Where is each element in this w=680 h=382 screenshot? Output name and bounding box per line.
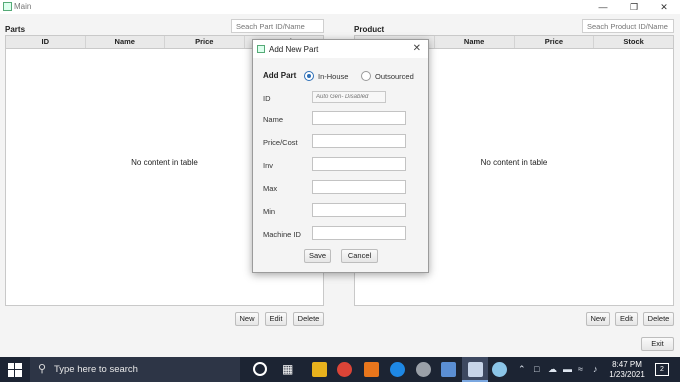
dialog-titlebar: Add New Part ✕ [253, 40, 428, 58]
max-label: Max [263, 184, 278, 193]
settings-icon[interactable] [416, 362, 431, 377]
cortana-icon[interactable] [253, 362, 267, 376]
save-button[interactable]: Save [304, 249, 331, 263]
parts-edit-button[interactable]: Edit [265, 312, 287, 326]
product-label: Product [354, 25, 385, 34]
id-label: ID [263, 94, 271, 103]
inv-field[interactable] [312, 157, 406, 171]
parts-label: Parts [5, 25, 26, 34]
name-field[interactable] [312, 111, 406, 125]
java-icon [468, 362, 483, 377]
id-field [312, 91, 386, 103]
outsourced-radio-label[interactable]: Outsourced [375, 72, 414, 81]
taskbar-search-text: Type here to search [54, 364, 138, 375]
min-field[interactable] [312, 203, 406, 217]
product-col-stock[interactable]: Stock [594, 36, 673, 48]
taskbar-search-box[interactable]: ⚲ Type here to search [30, 357, 240, 382]
dialog-app-icon [257, 45, 265, 53]
parts-col-name[interactable]: Name [86, 36, 165, 48]
inhouse-radio-label[interactable]: In-House [318, 72, 348, 81]
cancel-button[interactable]: Cancel [341, 249, 378, 263]
cloud-icon[interactable]: ☁ [548, 364, 557, 375]
product-col-price[interactable]: Price [515, 36, 595, 48]
wifi-icon[interactable]: ≈ [578, 364, 583, 374]
chevron-up-icon[interactable]: ⌃ [518, 364, 526, 375]
machine-id-field[interactable] [312, 226, 406, 240]
dialog-heading: Add Part [263, 71, 297, 80]
maximize-icon[interactable]: ❐ [626, 1, 642, 13]
add-part-dialog: Add New Part ✕ Add Part In-House Outsour… [252, 39, 429, 273]
inhouse-radio[interactable] [304, 71, 314, 81]
min-label: Min [263, 207, 276, 216]
inv-label: Inv [263, 161, 274, 170]
price-field[interactable] [312, 134, 406, 148]
parts-delete-button[interactable]: Delete [293, 312, 324, 326]
product-new-button[interactable]: New [586, 312, 610, 326]
file-explorer-icon[interactable] [312, 362, 327, 377]
dialog-close-icon[interactable]: ✕ [413, 43, 421, 54]
clock-date[interactable]: 1/23/2021 [608, 370, 646, 379]
price-label: Price/Cost [263, 138, 298, 147]
windows-start-icon[interactable] [8, 363, 22, 377]
chrome-icon[interactable] [337, 362, 352, 377]
volume-icon[interactable]: ♪ [593, 364, 598, 374]
machine-id-label: Machine ID [263, 230, 301, 239]
dialog-title: Add New Part [269, 45, 319, 54]
name-label: Name [263, 115, 284, 124]
product-col-name[interactable]: Name [435, 36, 515, 48]
max-field[interactable] [312, 180, 406, 194]
notification-icon[interactable]: 2 [655, 363, 669, 376]
minimize-icon[interactable]: — [595, 1, 611, 13]
window-titlebar: Main — ❐ ✕ [0, 0, 680, 14]
product-delete-button[interactable]: Delete [643, 312, 674, 326]
product-search-input[interactable] [582, 19, 674, 33]
parts-col-price[interactable]: Price [165, 36, 245, 48]
tray-icon-1[interactable]: □ [534, 364, 539, 374]
search-icon: ⚲ [38, 363, 47, 375]
product-edit-button[interactable]: Edit [615, 312, 638, 326]
tray-icon-2[interactable]: ▬ [563, 364, 572, 374]
outsourced-radio[interactable] [361, 71, 371, 81]
close-icon[interactable]: ✕ [656, 1, 672, 13]
app-icon-3d[interactable] [441, 362, 456, 377]
java-app-taskbar-item[interactable] [462, 357, 488, 382]
app-icon [3, 2, 12, 11]
firefox-icon[interactable] [390, 362, 405, 377]
app-icon-paint[interactable] [492, 362, 507, 377]
parts-col-id[interactable]: ID [6, 36, 86, 48]
sublime-icon[interactable] [364, 362, 379, 377]
exit-button[interactable]: Exit [641, 337, 674, 351]
parts-new-button[interactable]: New [235, 312, 259, 326]
clock-time[interactable]: 8:47 PM [612, 360, 642, 369]
window-title: Main [14, 2, 32, 11]
parts-search-input[interactable] [231, 19, 324, 33]
taskbar: ⚲ Type here to search ▦ ⌃ □ ☁ ▬ ≈ ♪ 8:47… [0, 357, 680, 382]
task-view-icon[interactable]: ▦ [282, 362, 293, 376]
